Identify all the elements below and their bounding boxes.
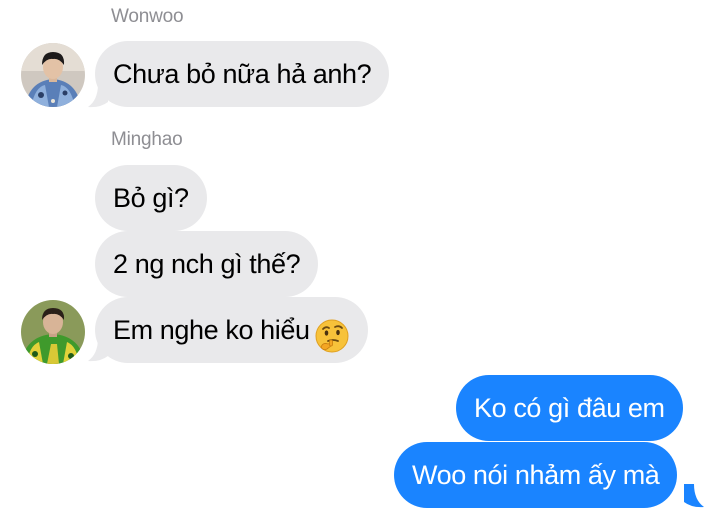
- message-bubble-incoming[interactable]: Chưa bỏ nữa hả anh?: [95, 41, 390, 107]
- message-bubble-incoming[interactable]: Em nghe ko hiểu: [95, 297, 368, 363]
- message-text: Bỏ gì?: [113, 183, 189, 213]
- message-text: Woo nói nhảm ấy mà: [412, 460, 660, 490]
- message-bubble-incoming[interactable]: Bỏ gì?: [95, 165, 207, 231]
- sender-name-minghao: Minghao: [111, 129, 183, 150]
- message-text: Em nghe ko hiểu: [113, 315, 310, 345]
- message-thread[interactable]: Wonwoo Chưa bỏ nữa hả anh? Minghao Bỏ gì…: [0, 0, 720, 518]
- message-bubble-outgoing[interactable]: Ko có gì đâu em: [456, 375, 683, 441]
- message-bubble-outgoing[interactable]: Woo nói nhảm ấy mà: [394, 442, 678, 508]
- message-bubble-incoming[interactable]: 2 ng nch gì thế?: [95, 231, 319, 297]
- thinking-face-emoji: [314, 312, 350, 353]
- avatar-minghao[interactable]: [21, 300, 85, 364]
- message-text: Chưa bỏ nữa hả anh?: [113, 59, 372, 89]
- message-text: Ko có gì đâu em: [474, 393, 665, 423]
- bubble-tail-outgoing: [684, 484, 704, 508]
- sender-name-wonwoo: Wonwoo: [111, 6, 184, 27]
- message-text: 2 ng nch gì thế?: [113, 249, 301, 279]
- avatar-wonwoo[interactable]: [21, 43, 85, 107]
